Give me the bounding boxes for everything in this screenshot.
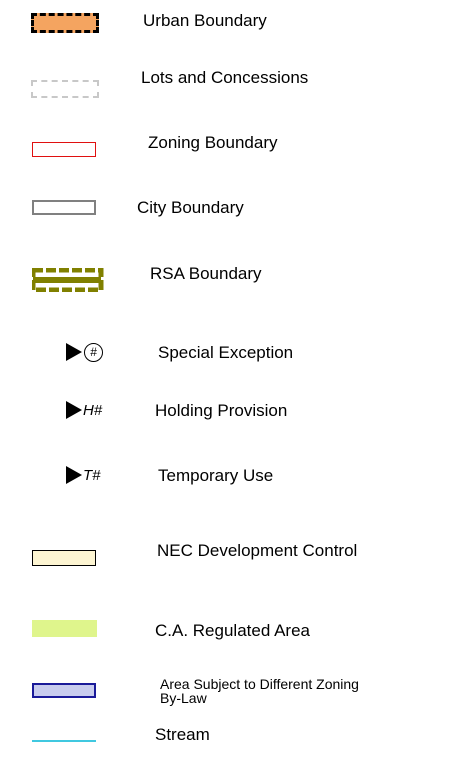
arrow-icon (66, 466, 82, 484)
different-zoning-bylaw-symbol (32, 683, 96, 698)
special-exception-marker: # (84, 343, 103, 362)
different-zoning-bylaw-label: Area Subject to Different Zoning By-Law (160, 676, 359, 706)
arrow-icon (66, 343, 82, 361)
zoning-boundary-symbol (32, 142, 96, 157)
urban-boundary-symbol (31, 13, 99, 33)
nec-development-control-symbol (32, 550, 96, 566)
stream-symbol (32, 740, 96, 742)
rsa-boundary-label: RSA Boundary (150, 264, 262, 283)
city-boundary-symbol (32, 200, 96, 215)
holding-provision-label: Holding Provision (155, 401, 288, 420)
ca-regulated-area-symbol (32, 620, 97, 637)
zoning-boundary-label: Zoning Boundary (148, 133, 278, 152)
temporary-use-marker: T# (83, 467, 101, 484)
arrow-icon (66, 401, 82, 419)
special-exception-label: Special Exception (158, 343, 294, 362)
lots-concessions-symbol (31, 80, 99, 98)
ca-regulated-area-label: C.A. Regulated Area (155, 621, 310, 640)
holding-provision-marker: H# (83, 402, 103, 419)
stream-label: Stream (155, 725, 210, 744)
rsa-boundary-symbol (32, 268, 104, 292)
temporary-use-label: Temporary Use (158, 466, 274, 485)
city-boundary-label: City Boundary (137, 198, 244, 217)
lots-concessions-label: Lots and Concessions (141, 68, 309, 87)
urban-boundary-label: Urban Boundary (143, 11, 267, 30)
nec-development-control-label: NEC Development Control (157, 541, 358, 560)
